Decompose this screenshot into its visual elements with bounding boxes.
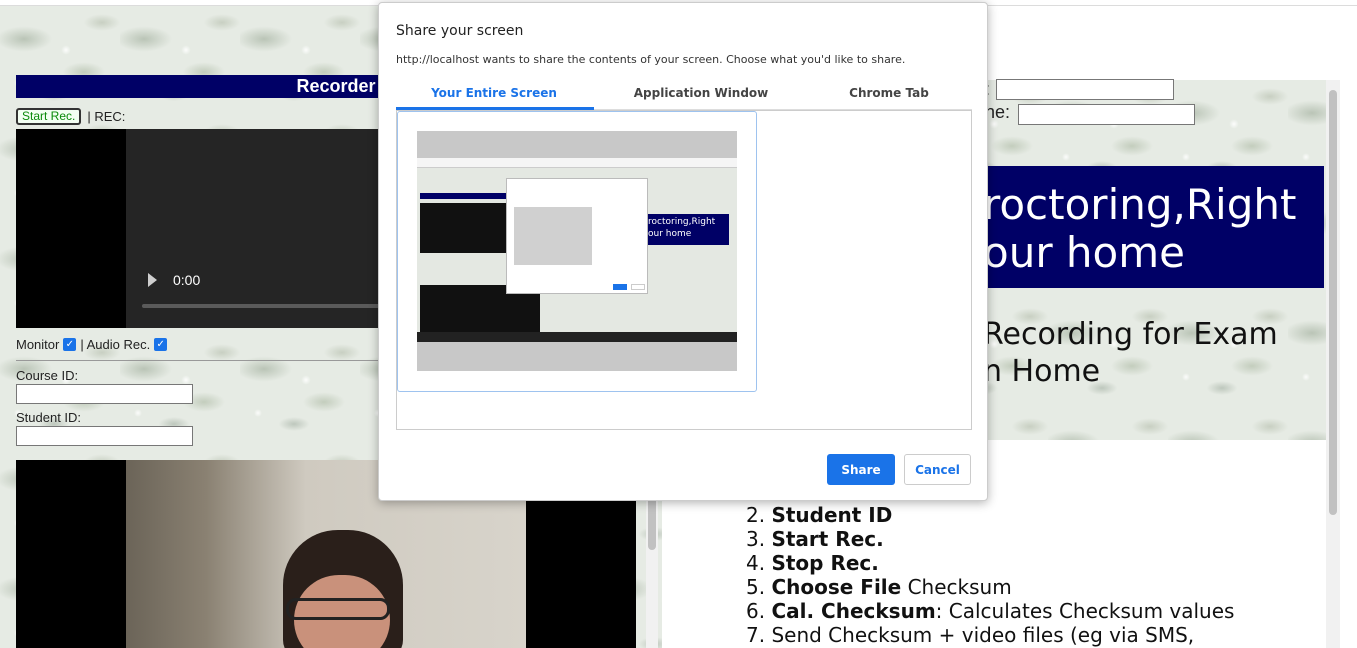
hero-line-1: roctoring,Right [983,180,1297,229]
list-item: 2. Student ID [746,503,893,527]
audio-rec-label: | Audio Rec. [80,337,151,352]
list-item: 6. Cal. Checksum: Calculates Checksum va… [746,599,1235,623]
right-field2-label: ne: [985,102,1011,122]
steps-list: 2. Student ID 3. Start Rec. 4. Stop Rec.… [746,503,1234,647]
dialog-description: http://localhost wants to share the cont… [396,53,906,66]
student-id-input[interactable] [16,426,193,446]
course-id-input[interactable] [16,384,193,404]
list-item: 7. Send Checksum + video files (eg via S… [746,623,1195,647]
preview-taskbar [417,332,737,342]
preview-dialog-thumb [514,207,592,265]
monitor-label: Monitor [16,337,60,352]
list-item: 3. Start Rec. [746,527,884,551]
webcam-person-glasses [286,598,390,620]
play-icon[interactable] [148,273,157,287]
cancel-button[interactable]: Cancel [904,454,971,485]
preview-video [420,203,508,253]
student-id-label: Student ID: [16,410,82,425]
preview-hero-text: roctoring,Right our home [648,217,716,239]
video-seek-bar[interactable] [142,304,382,308]
share-button[interactable]: Share [827,454,895,485]
right-field2-input[interactable] [1018,104,1195,125]
preview-hero: roctoring,Right our home [646,214,729,245]
preview-dialog [506,178,648,294]
preview-recorder-bar [420,193,508,199]
audio-rec-checkbox[interactable]: ✓ [154,338,168,351]
divider [16,360,396,361]
monitor-row: Monitor ✓ | Audio Rec. ✓ [16,337,168,352]
rec-controls: Start Rec. | REC: [16,108,125,125]
monitor-checkbox[interactable]: ✓ [63,338,77,351]
share-screen-dialog: Share your screen http://localhost wants… [378,2,988,501]
course-id-label: Course ID: [16,368,79,383]
video-time: 0:00 [173,272,201,288]
right-scrollbar[interactable] [1326,80,1340,648]
preview-cancel-button [631,284,645,290]
list-item: 5. Choose File Checksum [746,575,1012,599]
rec-status-label: | REC: [87,109,126,124]
list-item: 4. Stop Rec. [746,551,879,575]
preview-browser-bar [417,158,737,168]
tab-application-window[interactable]: Application Window [606,86,796,100]
tab-entire-screen[interactable]: Your Entire Screen [399,86,589,100]
subheading-line-2: n Home [983,354,1101,389]
right-scroll-thumb[interactable] [1329,90,1337,515]
right-field1-input[interactable] [996,79,1174,100]
hero-line-2: our home [983,228,1186,277]
start-rec-button[interactable]: Start Rec. [16,108,82,125]
dialog-title: Share your screen [396,23,524,39]
subheading-line-1: Recording for Exam [983,317,1278,352]
preview-share-button [613,284,627,290]
tab-chrome-tab[interactable]: Chrome Tab [794,86,984,100]
